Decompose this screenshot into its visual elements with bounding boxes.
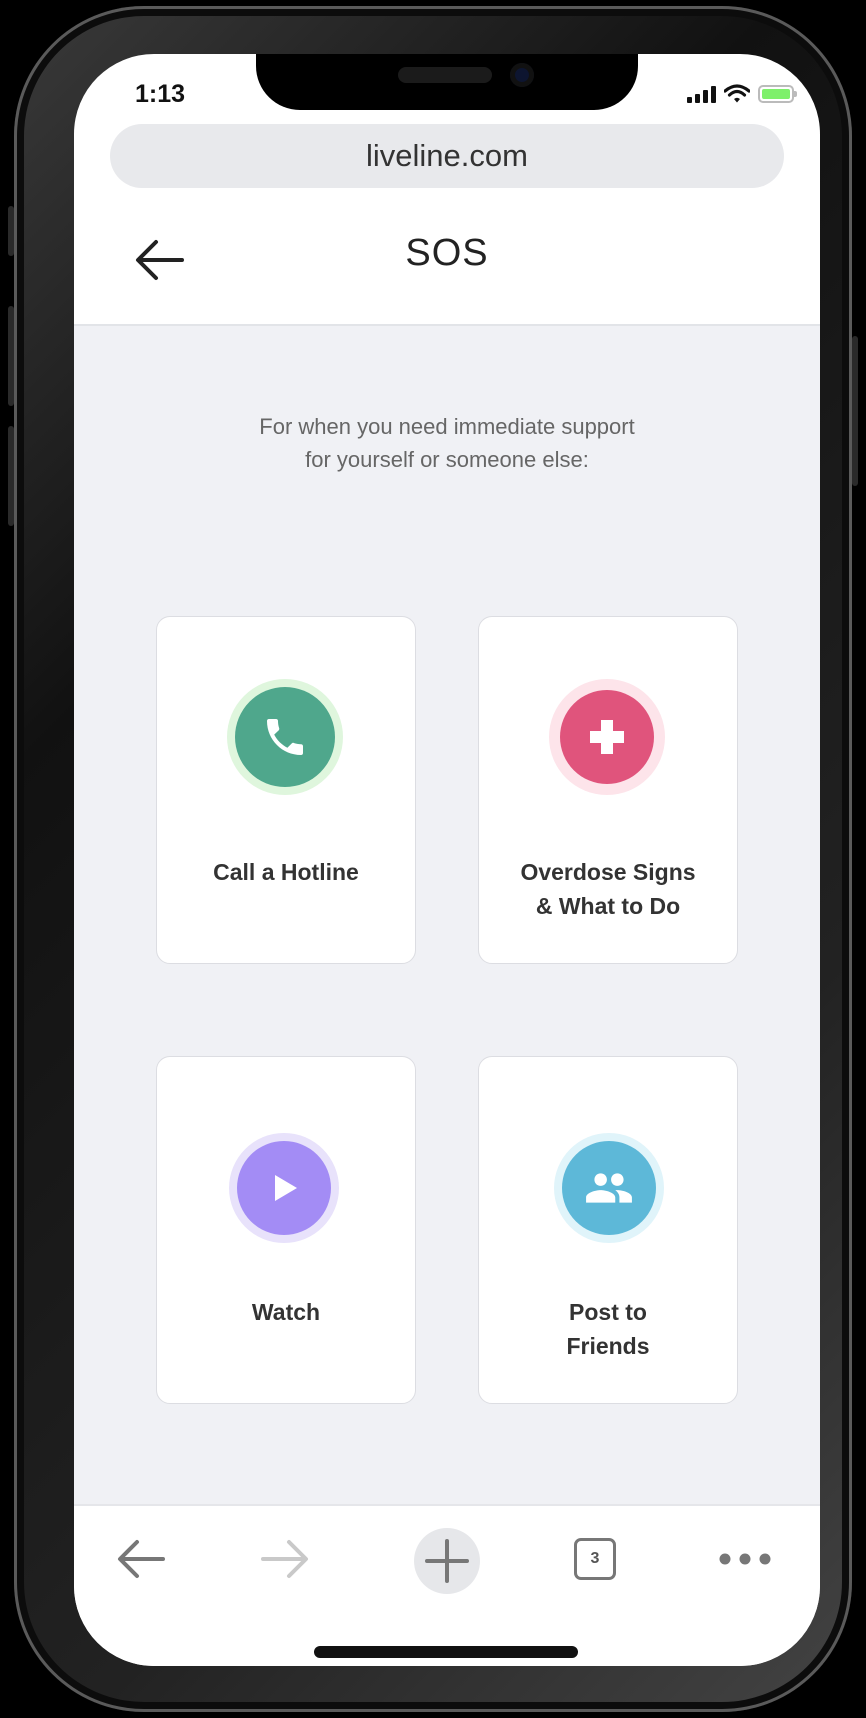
power-button: [852, 336, 858, 486]
overdose-signs-card[interactable]: Overdose Signs & What to Do: [478, 616, 738, 964]
post-to-friends-card[interactable]: Post to Friends: [478, 1056, 738, 1404]
browser-forward-button[interactable]: [254, 1528, 316, 1590]
intro-text: For when you need immediate support for …: [259, 414, 635, 472]
wifi-icon: [724, 84, 750, 103]
group-icon: [586, 1173, 632, 1203]
more-menu-button[interactable]: [714, 1528, 776, 1590]
card-label: Watch: [251, 1299, 321, 1325]
tabs-button[interactable]: 3: [564, 1528, 626, 1590]
phone-icon: [267, 719, 303, 755]
volume-up-button: [8, 306, 14, 406]
front-camera: [510, 63, 534, 87]
arrow-left-icon: [118, 1540, 165, 1578]
tab-count: 3: [574, 1538, 616, 1580]
browser-toolbar: 3: [74, 1504, 820, 1666]
volume-down-button: [8, 426, 14, 526]
url-text: liveline.com: [366, 138, 528, 173]
page-title: SOS: [405, 232, 489, 274]
icon-ring: [549, 679, 665, 795]
cellular-signal-icon: [687, 85, 716, 103]
screen: 1:13 liveline.com SOS For when you need …: [74, 54, 820, 1666]
new-tab-button[interactable]: [414, 1528, 480, 1594]
status-icons: [687, 84, 797, 104]
play-icon: [275, 1175, 297, 1201]
mute-switch: [8, 206, 14, 256]
main-content: For when you need immediate support for …: [74, 326, 820, 1504]
plus-icon: [590, 720, 624, 754]
battery-icon: [758, 85, 797, 103]
browser-back-button[interactable]: [110, 1528, 172, 1590]
plus-icon: [425, 1539, 469, 1583]
status-time: 1:13: [135, 80, 186, 108]
speaker: [398, 67, 492, 83]
page-header: SOS: [74, 194, 820, 326]
notch: [256, 54, 638, 110]
icon-ring: [227, 679, 343, 795]
icon-ring: [554, 1133, 664, 1243]
watch-card[interactable]: Watch: [156, 1056, 416, 1404]
call-hotline-card[interactable]: Call a Hotline: [156, 616, 416, 964]
icon-ring: [229, 1133, 339, 1243]
home-indicator[interactable]: [314, 1646, 578, 1658]
card-label: Overdose Signs & What to Do: [520, 859, 696, 919]
arrow-right-icon: [261, 1540, 308, 1578]
card-label: Call a Hotline: [213, 859, 359, 885]
card-label: Post to Friends: [566, 1299, 650, 1359]
more-dots-icon: [719, 1553, 771, 1565]
phone-frame: 1:13 liveline.com SOS For when you need …: [8, 6, 858, 1712]
url-bar[interactable]: liveline.com: [110, 124, 784, 188]
